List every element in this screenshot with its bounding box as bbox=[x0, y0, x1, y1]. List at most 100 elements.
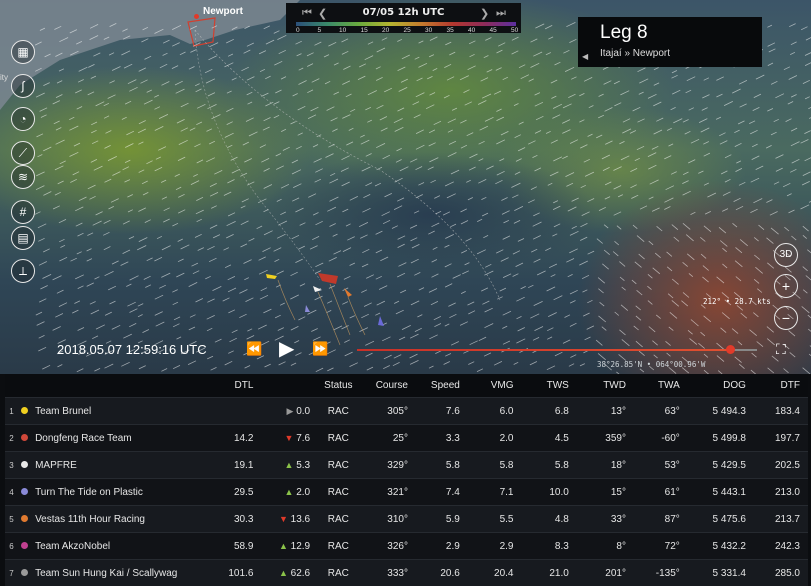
dtl-change: ▲ 2.0 bbox=[261, 479, 318, 506]
dog-value: 5 432.2 bbox=[688, 533, 754, 560]
dtl-value: 58.9 bbox=[197, 533, 261, 560]
team-name[interactable]: Team Sun Hung Kai / Scallywag bbox=[31, 560, 197, 586]
weather-map[interactable]: Newport ity ▦ ∫ ◔ ⟋ ≋ # ▤ ⟂ ⏮ ❮ 07/05 12… bbox=[0, 0, 811, 374]
tws-value: 8.3 bbox=[522, 533, 577, 560]
col-speed[interactable]: Speed bbox=[416, 374, 468, 398]
col-dtl[interactable]: DTL bbox=[197, 374, 261, 398]
delta-value: 13.6 bbox=[291, 514, 310, 525]
collapse-arrow-icon[interactable]: ◀ bbox=[582, 52, 588, 61]
toggle-3d-button[interactable]: 3D bbox=[774, 243, 798, 267]
team-name[interactable]: Team Brunel bbox=[31, 398, 197, 425]
status-value: RAC bbox=[318, 506, 357, 533]
scale-label: 40 bbox=[468, 27, 475, 34]
leaderboard-row[interactable]: 7Team Sun Hung Kai / Scallywag101.6▲ 62.… bbox=[5, 560, 808, 586]
delta-value: 62.6 bbox=[291, 568, 310, 579]
leaderboard-row[interactable]: 1Team Brunel▶ 0.0RAC305°7.66.06.813°63°5… bbox=[5, 398, 808, 425]
tws-value: 10.0 bbox=[522, 479, 577, 506]
tws-value: 6.8 bbox=[522, 398, 577, 425]
rank: 7 bbox=[5, 560, 17, 586]
fullscreen-icon[interactable]: ⛶ bbox=[776, 341, 786, 358]
dog-value: 5 331.4 bbox=[688, 560, 754, 586]
col-course[interactable]: Course bbox=[358, 374, 416, 398]
delta-value: 2.0 bbox=[296, 487, 310, 498]
twa-value: -135° bbox=[634, 560, 688, 586]
trend-up-icon: ▲ bbox=[279, 541, 288, 551]
twd-value: 15° bbox=[577, 479, 634, 506]
grid-icon[interactable]: # bbox=[11, 200, 35, 224]
team-color-dot bbox=[17, 506, 31, 533]
zoom-out-button[interactable]: − bbox=[774, 306, 798, 330]
scale-label: 20 bbox=[382, 27, 389, 34]
dog-value: 5 499.8 bbox=[688, 425, 754, 452]
table-icon[interactable]: ▤ bbox=[11, 226, 35, 250]
wind-icon[interactable]: ≋ bbox=[11, 165, 35, 189]
dtf-value: 213.0 bbox=[754, 479, 808, 506]
map-edge-label: ity bbox=[0, 73, 8, 82]
scale-label: 30 bbox=[425, 27, 432, 34]
zoom-in-button[interactable]: + bbox=[774, 274, 798, 298]
team-name[interactable]: Dongfeng Race Team bbox=[31, 425, 197, 452]
col-tws[interactable]: TWS bbox=[522, 374, 577, 398]
scale-label: 15 bbox=[361, 27, 368, 34]
scale-label: 25 bbox=[404, 27, 411, 34]
leaderboard-row[interactable]: 2Dongfeng Race Team14.2▼ 7.6RAC25°3.32.0… bbox=[5, 425, 808, 452]
play-icon[interactable]: ▶ bbox=[279, 336, 294, 361]
twa-value: 53° bbox=[634, 452, 688, 479]
col-dtf[interactable]: DTF bbox=[754, 374, 808, 398]
col-dog[interactable]: DOG bbox=[688, 374, 754, 398]
trend-up-icon: ▲ bbox=[285, 460, 294, 470]
leaderboard-row[interactable]: 3MAPFRE19.1▲ 5.3RAC329°5.85.85.818°53°5 … bbox=[5, 452, 808, 479]
playback-handle[interactable] bbox=[726, 345, 735, 354]
city-marker[interactable] bbox=[194, 14, 199, 19]
leaderboard-row[interactable]: 4Turn The Tide on Plastic29.5▲ 2.0RAC321… bbox=[5, 479, 808, 506]
last-frame-icon[interactable]: ⏭ bbox=[496, 7, 506, 20]
rank: 2 bbox=[5, 425, 17, 452]
next-frame-icon[interactable]: ❯ bbox=[480, 7, 489, 20]
twd-value: 201° bbox=[577, 560, 634, 586]
team-name[interactable]: Vestas 11th Hour Racing bbox=[31, 506, 197, 533]
trend-flat-icon: ▶ bbox=[287, 406, 294, 416]
status-value: RAC bbox=[318, 452, 357, 479]
scale-label: 0 bbox=[296, 27, 300, 34]
speed-value: 5.9 bbox=[416, 506, 468, 533]
col-status[interactable]: Status bbox=[318, 374, 357, 398]
dtl-value: 29.5 bbox=[197, 479, 261, 506]
fast-forward-icon[interactable]: ⏩ bbox=[312, 341, 328, 357]
dtl-change: ▲ 62.6 bbox=[261, 560, 318, 586]
map-layer-icon[interactable]: ▦ bbox=[11, 40, 35, 64]
col-twd[interactable]: TWD bbox=[577, 374, 634, 398]
forecast-timebar[interactable]: ⏮ ❮ 07/05 12h UTC ❯ ⏭ 051015202530354045… bbox=[286, 3, 521, 33]
speed-value: 7.4 bbox=[416, 479, 468, 506]
delta-value: 7.6 bbox=[296, 433, 310, 444]
leaderboard-row[interactable]: 5Vestas 11th Hour Racing30.3▼ 13.6RAC310… bbox=[5, 506, 808, 533]
route-icon[interactable]: ∫ bbox=[11, 74, 35, 98]
ruler-icon[interactable]: ⟋ bbox=[11, 141, 35, 165]
leaderboard-row[interactable]: 6Team AkzoNobel58.9▲ 12.9RAC326°2.92.98.… bbox=[5, 533, 808, 560]
dtl-value bbox=[197, 398, 261, 425]
scale-label: 35 bbox=[447, 27, 454, 34]
course-value: 25° bbox=[358, 425, 416, 452]
vmg-value: 5.8 bbox=[468, 452, 522, 479]
compass-icon[interactable]: ◔ bbox=[11, 107, 35, 131]
speed-value: 5.8 bbox=[416, 452, 468, 479]
team-color-dot bbox=[17, 425, 31, 452]
status-value: RAC bbox=[318, 533, 357, 560]
course-value: 329° bbox=[358, 452, 416, 479]
vmg-value: 6.0 bbox=[468, 398, 522, 425]
status-value: RAC bbox=[318, 425, 357, 452]
rewind-icon[interactable]: ⏪ bbox=[246, 341, 262, 357]
team-color-dot bbox=[17, 398, 31, 425]
dtl-change: ▼ 13.6 bbox=[261, 506, 318, 533]
team-name[interactable]: Turn The Tide on Plastic bbox=[31, 479, 197, 506]
dog-value: 5 494.3 bbox=[688, 398, 754, 425]
vmg-value: 7.1 bbox=[468, 479, 522, 506]
chart-icon[interactable]: ⟂ bbox=[11, 259, 35, 283]
vmg-value: 2.9 bbox=[468, 533, 522, 560]
col-twa[interactable]: TWA bbox=[634, 374, 688, 398]
speed-value: 20.6 bbox=[416, 560, 468, 586]
team-name[interactable]: Team AkzoNobel bbox=[31, 533, 197, 560]
playback-slider[interactable] bbox=[357, 349, 757, 351]
col-vmg[interactable]: VMG bbox=[468, 374, 522, 398]
scale-label: 50 bbox=[511, 27, 518, 34]
team-name[interactable]: MAPFRE bbox=[31, 452, 197, 479]
